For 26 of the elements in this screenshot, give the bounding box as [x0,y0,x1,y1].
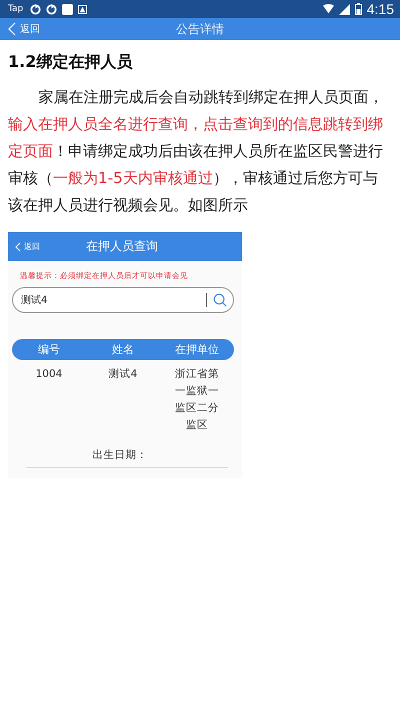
table-cell-text: 测试4 [108,367,138,382]
square-icon [62,4,74,14]
wifi-icon [322,4,334,14]
search-field[interactable]: 测试4 [12,287,234,313]
chevron-left-icon [8,22,16,36]
back-button[interactable]: 返回 [0,22,40,36]
status-text: Tap [8,4,24,14]
page-title: 在押人员查询 [86,238,158,255]
paragraph: 家属在注册完成后会自动跳转到绑定在押人员页面， 输入在押人员全名进行查询，点击查询到的信息跳转到绑定页面！申请绑定成功后由该在押人员所在监区民警进行审核（一般为1-5天内审核通过），审核通过后您方可与该在押人员进行视频会见。如图所示 [8,87,384,216]
signal-icon [338,4,350,14]
sync-icon [46,4,58,14]
sync-icon [30,4,42,14]
battery-icon [354,3,362,15]
column-header: 姓名 [111,342,135,357]
back-button[interactable]: 返回 [8,241,40,252]
table-cell-text: 浙江省第一监狱一监区二分监区 [174,367,220,433]
chevron-left-icon [15,242,21,252]
search-icon[interactable] [213,293,227,307]
column-header: 编号 [37,342,61,357]
image-icon [78,4,88,14]
column-header: 在押单位 [174,342,220,357]
page-title: 公告详情 [176,20,224,38]
section-heading: 1.2绑定在押人员 [8,51,134,73]
clock-time: 4:15 [366,1,394,17]
field-label: 出生日期： [92,448,148,462]
table-cell-text: 1004 [34,367,64,382]
